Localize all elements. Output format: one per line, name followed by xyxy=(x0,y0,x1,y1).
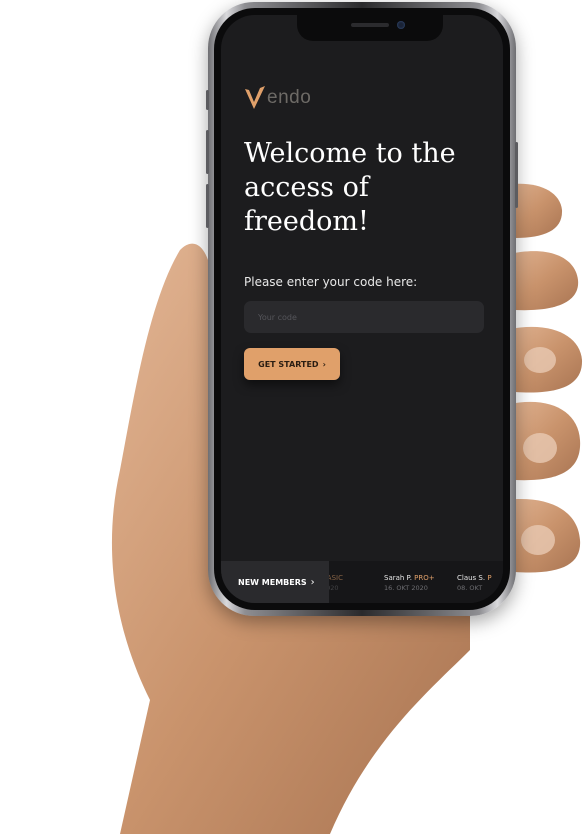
notch xyxy=(297,15,443,41)
volume-up-button xyxy=(206,130,209,174)
new-members-ticker: BASIC 2020 Sarah P. PRO+ 16. OKT 2020 Cl… xyxy=(221,561,503,603)
camera-icon xyxy=(397,21,405,29)
member-name: Sarah P. xyxy=(384,574,412,582)
chevron-right-icon: › xyxy=(310,576,315,588)
brand-logo: endo xyxy=(244,85,311,111)
member-plan: P xyxy=(487,574,492,582)
volume-button xyxy=(206,90,209,110)
member-plan: PRO+ xyxy=(414,574,435,582)
member-name: Claus S. xyxy=(457,574,486,582)
brand-name: endo xyxy=(267,87,312,108)
member-date: 08. OKT xyxy=(457,584,483,592)
new-members-label: NEW MEMBERS xyxy=(238,577,307,587)
volume-down-button xyxy=(206,184,209,228)
power-button xyxy=(515,142,518,208)
member-date: 16. OKT 2020 xyxy=(384,584,428,592)
heading-line-2: access of freedom! xyxy=(244,172,369,237)
logo-v-icon xyxy=(245,86,265,109)
chevron-right-icon: › xyxy=(322,359,326,369)
new-members-button[interactable]: NEW MEMBERS › xyxy=(221,561,329,603)
speaker-grille xyxy=(351,23,389,27)
member-item: Claus S. P 08. OKT xyxy=(457,574,492,592)
get-started-label: GET STARTED xyxy=(258,359,319,369)
code-input[interactable] xyxy=(244,301,484,333)
get-started-button[interactable]: GET STARTED › xyxy=(244,348,340,380)
member-item: Sarah P. PRO+ 16. OKT 2020 xyxy=(384,574,435,592)
phone-frame: endo Welcome to the access of freedom! P… xyxy=(206,2,518,616)
code-label: Please enter your code here: xyxy=(244,275,418,289)
welcome-heading: Welcome to the access of freedom! xyxy=(244,137,499,239)
app-screen: endo Welcome to the access of freedom! P… xyxy=(221,15,503,603)
heading-line-1: Welcome to the xyxy=(244,138,456,169)
